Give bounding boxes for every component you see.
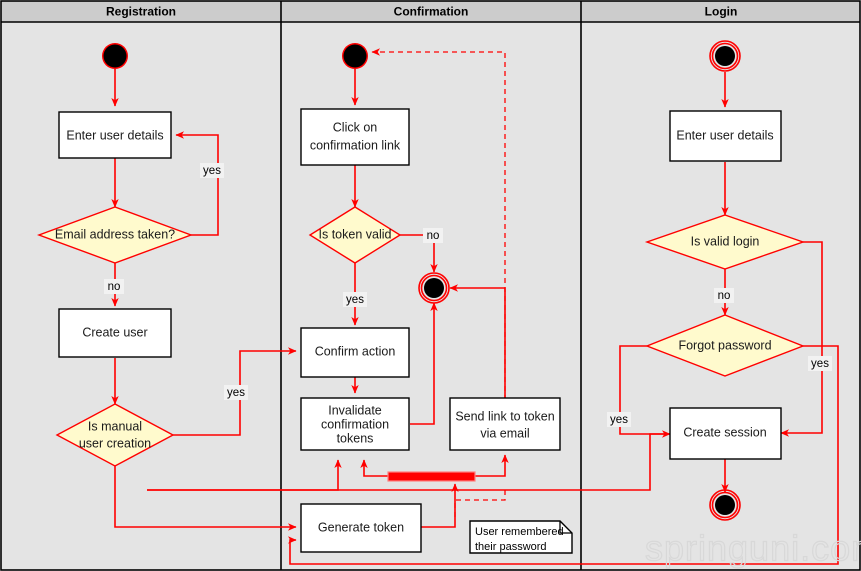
action-label: Create user <box>82 325 147 339</box>
action-enter-user-details-login[interactable]: Enter user details <box>669 110 782 162</box>
guard-confirmation-token-valid-yes: yes <box>343 292 367 307</box>
guard-label: no <box>427 230 440 242</box>
lane-header-login: Login <box>705 5 738 19</box>
guard-registration-email-taken-yes: yes <box>200 163 224 178</box>
decision-label: Forgot password <box>678 338 771 352</box>
guard-registration-is-manual-yes: yes <box>224 385 248 400</box>
action-label: Create session <box>683 425 766 439</box>
watermark: springuni.com <box>644 527 861 569</box>
guard-login-forgot-password-yes: yes <box>607 412 631 427</box>
guard-confirmation-token-valid-no: no <box>423 228 443 243</box>
action-label-line1: Invalidate <box>328 403 382 417</box>
uml-activity-diagram: Registration Confirmation Login Enter us… <box>0 0 861 571</box>
watermark-label: springuni.com <box>645 528 861 569</box>
guard-label: no <box>718 290 731 302</box>
action-click-on-confirmation-link[interactable]: Click on confirmation link <box>300 108 410 166</box>
decision-label: Email address taken? <box>55 227 175 241</box>
guard-label: yes <box>610 414 628 426</box>
guard-label: yes <box>203 165 221 177</box>
confirmation-start-node <box>342 43 368 69</box>
action-label-line1: Send link to token <box>455 409 554 423</box>
action-label-line2: via email <box>480 426 529 440</box>
action-label-line2: confirmation <box>321 417 389 431</box>
lane-label-confirmation: Confirmation <box>394 5 469 19</box>
decision-label-line1: Is manual <box>88 419 142 433</box>
action-label: Enter user details <box>66 128 163 142</box>
action-enter-user-details-registration[interactable]: Enter user details <box>58 111 172 159</box>
lane-header-registration: Registration <box>106 5 176 19</box>
guard-login-valid-login-no: no <box>714 288 734 303</box>
action-label-line2: confirmation link <box>310 138 401 152</box>
guard-label: no <box>108 281 121 293</box>
action-confirm-action[interactable]: Confirm action <box>300 327 410 378</box>
registration-start-node <box>102 43 128 69</box>
action-label-line1: Click on <box>333 120 378 134</box>
activity-diagram-canvas: Registration Confirmation Login Enter us… <box>0 0 861 571</box>
action-label-line3: tokens <box>337 431 374 445</box>
action-create-user[interactable]: Create user <box>58 308 172 358</box>
lane-label-registration: Registration <box>106 5 176 19</box>
decision-label-line2: user creation <box>79 436 151 450</box>
action-generate-token[interactable]: Generate token <box>300 503 422 553</box>
lane-label-login: Login <box>705 5 738 19</box>
note-label-line2: their password <box>475 541 547 553</box>
decision-label: Is valid login <box>691 234 760 248</box>
guard-registration-email-taken-no: no <box>104 279 124 294</box>
guard-login-valid-login-yes: yes <box>808 356 832 371</box>
action-send-link-to-token-via-email[interactable]: Send link to token via email <box>449 397 561 451</box>
action-label: Confirm action <box>315 344 396 358</box>
note-label-line1: User remembered <box>475 526 564 538</box>
guard-label: yes <box>811 358 829 370</box>
decision-label: Is token valid <box>319 227 392 241</box>
lane-header-confirmation: Confirmation <box>394 5 469 19</box>
guard-label: yes <box>227 387 245 399</box>
action-invalidate-confirmation-tokens[interactable]: Invalidate confirmation tokens <box>300 397 410 451</box>
note-user-remembered-password: User remembered their password <box>469 520 573 554</box>
action-label: Enter user details <box>676 128 773 142</box>
guard-label: yes <box>346 294 364 306</box>
action-create-session[interactable]: Create session <box>669 407 782 460</box>
action-label: Generate token <box>318 520 404 534</box>
fork-join-bar <box>387 471 476 482</box>
